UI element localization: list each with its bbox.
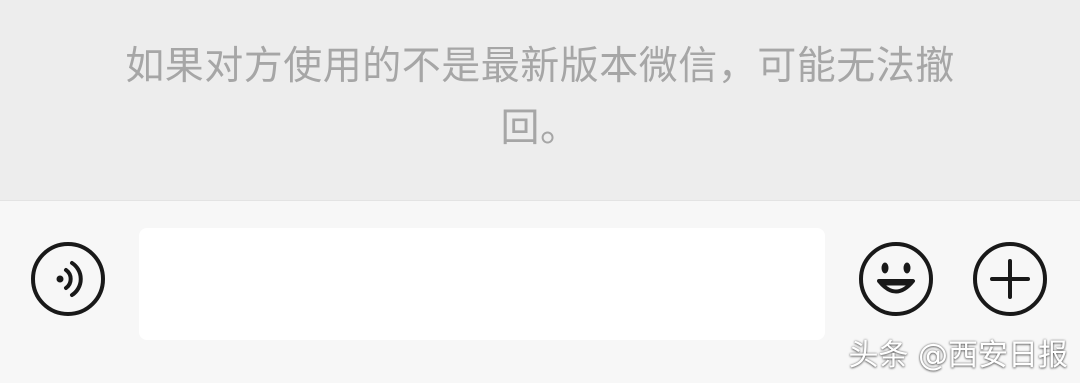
plus-icon bbox=[973, 242, 1047, 316]
smiley-icon bbox=[859, 242, 933, 316]
message-input-bar: 头条 @西安日报 bbox=[0, 200, 1080, 383]
emoji-button[interactable] bbox=[856, 239, 936, 319]
message-text-input[interactable] bbox=[139, 228, 825, 340]
source-watermark: 头条 @西安日报 bbox=[848, 338, 1068, 373]
voice-input-button[interactable] bbox=[28, 239, 108, 319]
chat-message-area: 如果对方使用的不是最新版本微信，可能无法撤回。 bbox=[0, 0, 1080, 200]
chat-screen: 如果对方使用的不是最新版本微信，可能无法撤回。 头条 @西安日报 bbox=[0, 0, 1080, 383]
voice-icon bbox=[31, 242, 105, 316]
more-options-button[interactable] bbox=[970, 239, 1050, 319]
recall-warning-message: 如果对方使用的不是最新版本微信，可能无法撤回。 bbox=[125, 44, 955, 151]
